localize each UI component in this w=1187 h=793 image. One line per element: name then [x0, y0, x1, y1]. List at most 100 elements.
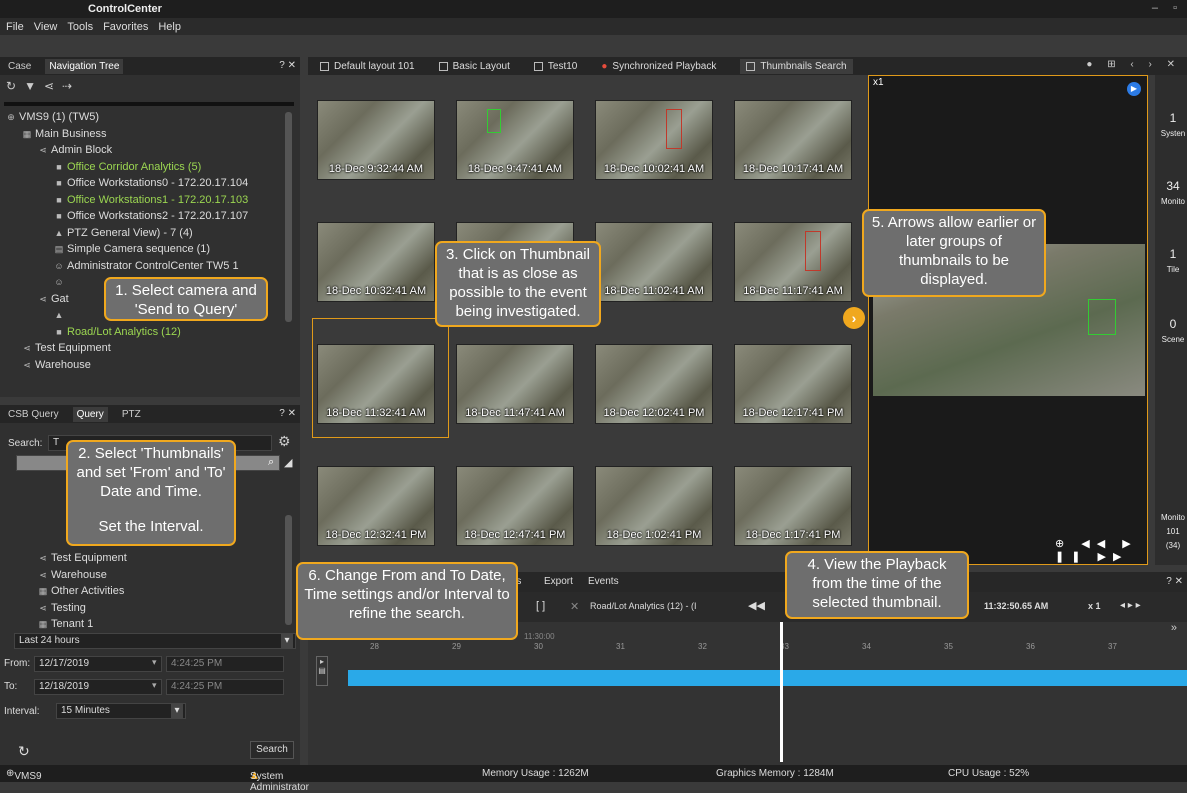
share-icon[interactable]: ⋖ [44, 79, 54, 93]
tree-item[interactable]: ⊕ VMS9 (1) (TW5) [6, 109, 99, 125]
tree-item[interactable]: ☺ Administrator ControlCenter TW5 1 [54, 258, 238, 274]
tab-synchronized-playback[interactable]: ● Synchronized Playback [601, 61, 716, 72]
chevron-down-icon: ▾ [171, 704, 183, 718]
grid-icon [438, 61, 448, 71]
collapse-icon[interactable]: ⇢ [62, 79, 72, 93]
tree-item[interactable]: ⋖ Warehouse [38, 567, 107, 583]
tab-thumbnails-search[interactable]: Thumbnails Search [740, 58, 853, 74]
menu-help[interactable]: Help [158, 21, 181, 33]
time-range-select[interactable]: Last 24 hours ▾ [14, 633, 296, 649]
tree-item[interactable]: ▦ Main Business [22, 126, 107, 142]
next-group-arrow-icon[interactable]: › [843, 307, 865, 329]
tree-item[interactable]: ■ Office Corridor Analytics (5) [54, 159, 201, 175]
thumbnail[interactable]: 18-Dec 12:47:41 PM [456, 466, 574, 546]
query-tree-scrollbar[interactable] [285, 515, 292, 625]
graphics-memory: Graphics Memory : 1284M [716, 768, 834, 779]
search-icon[interactable]: ⌕ [268, 456, 274, 469]
thumbnail[interactable]: 18-Dec 11:02:41 AM [595, 222, 713, 302]
thumbnail[interactable]: 18-Dec 11:17:41 AM [734, 222, 852, 302]
from-time-field[interactable]: 4:24:25 PM [166, 656, 284, 672]
tree-item[interactable]: ⋖ Test Equipment [22, 340, 111, 356]
thumbnail[interactable]: 18-Dec 9:47:41 AM [456, 100, 574, 180]
tab-query[interactable]: Query [72, 406, 108, 422]
tab-default-layout[interactable]: Default layout 101 [320, 61, 415, 72]
to-date-field[interactable]: 12/18/2019 [34, 679, 162, 695]
tree-scrollbar[interactable] [285, 112, 292, 322]
menu-tools[interactable]: Tools [67, 21, 93, 33]
group-icon: ⋖ [39, 553, 47, 563]
thumbnail[interactable]: 18-Dec 10:17:41 AM [734, 100, 852, 180]
search-label: Search: [8, 438, 43, 449]
tree-item[interactable]: ▦ Tenant 1 [38, 616, 93, 632]
gear-icon[interactable]: ⚙ [278, 433, 291, 450]
tile-label: Tile [1166, 265, 1180, 274]
sync-icon: ● [601, 60, 608, 72]
calendar-dropdown-icon[interactable]: ▾ [152, 680, 157, 691]
tree-item[interactable]: ▤ Simple Camera sequence (1) [54, 241, 210, 257]
tab-events[interactable]: Events [588, 576, 619, 587]
tree-item[interactable]: ■ Road/Lot Analytics (12) [54, 324, 180, 340]
monitor-id-count: (34) [1165, 541, 1181, 550]
thumbnail[interactable]: 18-Dec 10:32:41 AM [317, 222, 435, 302]
thumbnail[interactable]: 18-Dec 12:17:41 PM [734, 344, 852, 424]
tree-item[interactable]: ■ Office Workstations0 - 172.20.17.104 [54, 175, 248, 191]
tree-item[interactable]: ▦ Other Activities [38, 583, 125, 599]
panel-pin-close[interactable]: ? ✕ [1166, 576, 1183, 587]
tab-basic-layout[interactable]: Basic Layout [438, 61, 510, 72]
interval-value: 15 Minutes [61, 705, 110, 716]
server-value: VMS9 [14, 771, 42, 782]
tree-item[interactable]: ■ Office Workstations1 - 172.20.17.103 [54, 192, 248, 208]
tree-item[interactable]: ■ Office Workstations2 - 172.20.17.107 [54, 208, 248, 224]
detection-box [805, 231, 821, 271]
bracket-icons[interactable]: [ ] [536, 600, 545, 612]
tree-item[interactable]: ⋖ Gat [38, 291, 69, 307]
from-date-field[interactable]: 12/17/2019 [34, 656, 162, 672]
menu-file[interactable]: File [6, 21, 24, 33]
thumbnail[interactable]: 18-Dec 10:02:41 AM [595, 100, 713, 180]
menu-favorites[interactable]: Favorites [103, 21, 148, 33]
tab-test10[interactable]: Test10 [533, 61, 577, 72]
tab-csb-query[interactable]: CSB Query [4, 407, 63, 422]
menu-view[interactable]: View [34, 21, 58, 33]
close-icon[interactable]: ✕ [570, 600, 579, 613]
tree-splitter[interactable] [4, 102, 294, 106]
window-controls[interactable]: – ▫ [1152, 2, 1183, 14]
search-button[interactable]: Search [250, 741, 294, 759]
expand-icon[interactable]: » [1171, 622, 1177, 634]
tab-export[interactable]: Export [544, 576, 573, 587]
rewind-icon[interactable]: ◀◀ [748, 599, 765, 612]
tree-item[interactable]: ▲ PTZ General View) - 7 (4) [54, 225, 193, 241]
thumbnail[interactable]: 18-Dec 11:47:41 AM [456, 344, 574, 424]
filter-icon[interactable]: ▼ [24, 79, 36, 93]
panel-pin-close[interactable]: ? ✕ [279, 408, 296, 419]
step-icons[interactable]: ◂ ▸ ▸ [1120, 600, 1141, 611]
play-icon[interactable]: ▶ [1127, 82, 1141, 96]
timeline-side-icon[interactable]: ▸ ▤ [316, 656, 328, 686]
reset-icon[interactable]: ↻ [18, 743, 30, 760]
tab-case[interactable]: Case [4, 59, 35, 74]
thumbnail[interactable]: 18-Dec 12:32:41 PM [317, 466, 435, 546]
tree-item[interactable]: ⋖ Test Equipment [38, 550, 127, 566]
thumbnail[interactable]: 18-Dec 1:02:41 PM [595, 466, 713, 546]
tree-item[interactable]: ☺ [54, 274, 67, 290]
to-time-field[interactable]: 4:24:25 PM [166, 679, 284, 695]
tab-navigation-tree[interactable]: Navigation Tree [45, 58, 124, 74]
playhead[interactable] [780, 622, 783, 762]
tree-item[interactable]: ⋖ Warehouse [22, 357, 91, 373]
tree-item[interactable]: ▲ [54, 307, 67, 323]
calendar-dropdown-icon[interactable]: ▾ [152, 657, 157, 668]
tab-navigation-icons[interactable]: ● ⊞ ‹ › ✕ [1086, 59, 1181, 70]
tab-ptz[interactable]: PTZ [118, 407, 145, 422]
thumbnail[interactable]: 18-Dec 12:02:41 PM [595, 344, 713, 424]
thumbnail[interactable]: 18-Dec 1:17:41 PM [734, 466, 852, 546]
panel-pin-close[interactable]: ? ✕ [279, 60, 296, 71]
tree-item[interactable]: ⋖ Admin Block [38, 142, 112, 158]
thumbnail[interactable]: 18-Dec 9:32:44 AM [317, 100, 435, 180]
tree-item[interactable]: ⋖ Testing [38, 600, 86, 616]
tab-label: Thumbnails Search [760, 60, 847, 72]
refresh-icon[interactable]: ↻ [6, 79, 16, 93]
interval-select[interactable]: 15 Minutes ▾ [56, 703, 186, 719]
playback-controls[interactable]: ⊕ ◀◀ ▶ ❚❚ ▶▶ [1055, 537, 1147, 563]
tree-item-label: PTZ General View) - 7 (4) [67, 226, 193, 239]
clear-icon[interactable]: ◢ [284, 456, 292, 469]
